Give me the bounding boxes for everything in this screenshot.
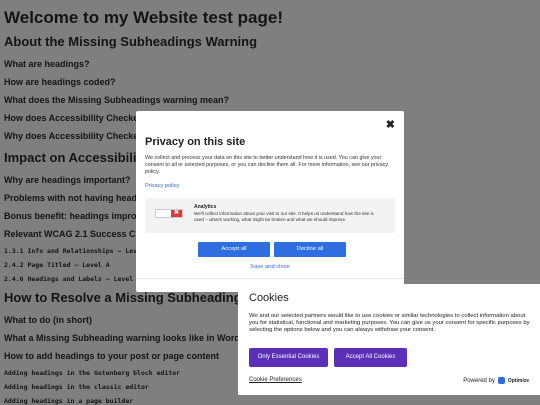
privacy-modal: ✖ Privacy on this site We collect and pr…	[136, 111, 404, 292]
analytics-title: Analytics	[194, 204, 217, 210]
page-heading: Adding headings in a page builder	[4, 397, 134, 405]
save-and-close-link[interactable]: Save and close	[136, 264, 404, 270]
page-heading: How are headings coded?	[4, 77, 116, 87]
page-heading: What are headings?	[4, 59, 90, 69]
analytics-purpose: ✖ Analytics We'll collect information ab…	[145, 198, 395, 233]
analytics-toggle[interactable]: ✖	[155, 209, 183, 218]
page-heading: What does the Missing Subheadings warnin…	[4, 95, 230, 105]
analytics-description: We'll collect information about your vis…	[194, 211, 374, 222]
accept-all-button[interactable]: Accept all	[198, 242, 270, 257]
cookie-banner: Cookies We and our selected partners wou…	[238, 284, 540, 395]
page-title: Welcome to my Website test page!	[4, 8, 283, 27]
privacy-modal-description: We collect and process your data on this…	[145, 155, 388, 175]
close-icon[interactable]: ✖	[386, 120, 395, 131]
privacy-policy-link[interactable]: Privacy policy	[145, 183, 179, 189]
cookie-preferences-link[interactable]: Cookie Preferences	[249, 377, 302, 383]
optimize-logo-icon	[497, 377, 505, 384]
accept-all-cookies-button[interactable]: Accept All Cookies	[334, 348, 407, 367]
cookie-banner-description: We and our selected partners would like …	[249, 313, 530, 333]
toggle-off-icon: ✖	[171, 210, 182, 217]
powered-by[interactable]: Powered by Optimize	[463, 377, 529, 384]
page-heading: About the Missing Subheadings Warning	[4, 34, 258, 49]
only-essential-cookies-button[interactable]: Only Essential Cookies	[249, 348, 328, 367]
powered-by-label: Powered by	[463, 377, 495, 384]
brand-name: Optimize	[507, 377, 529, 384]
decline-all-button[interactable]: Decline all	[274, 242, 346, 257]
cookie-banner-title: Cookies	[249, 292, 289, 304]
privacy-modal-title: Privacy on this site	[145, 136, 246, 148]
